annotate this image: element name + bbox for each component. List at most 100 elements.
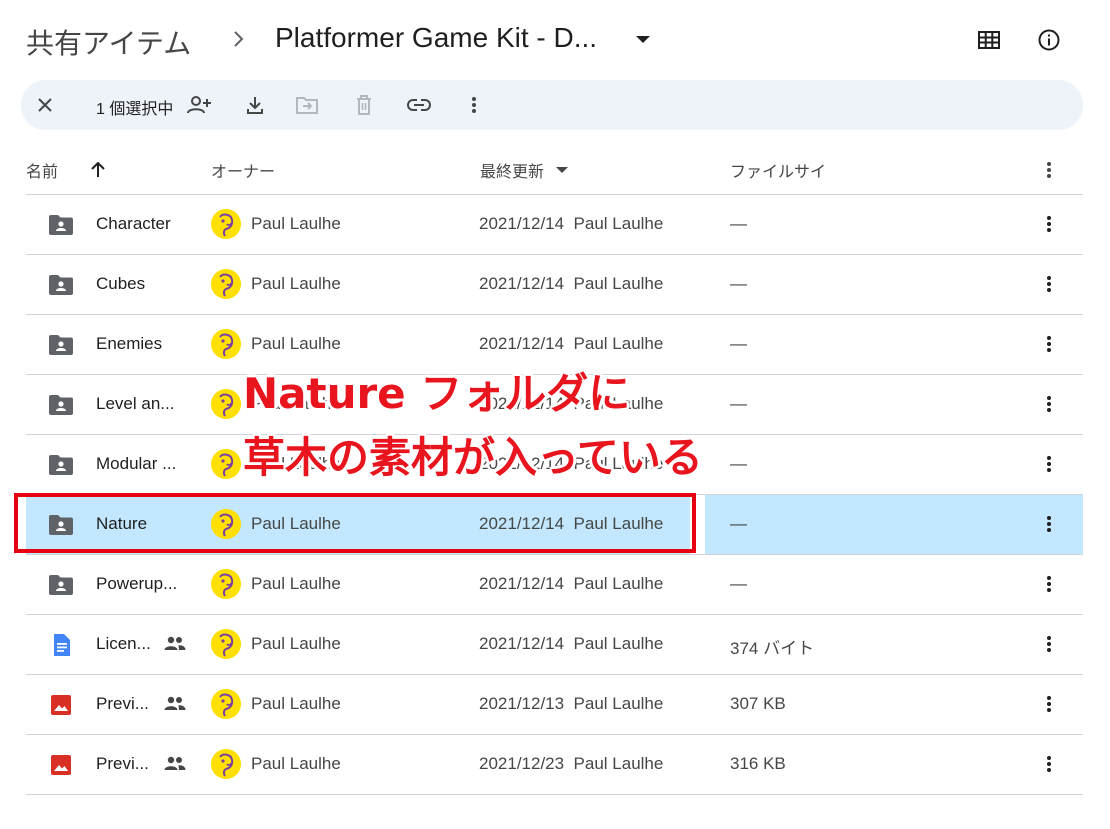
shared-folder-icon (48, 334, 74, 356)
file-row[interactable]: Previ... Paul Laulhe 2021/12/23 Paul Laulh… (26, 735, 1083, 794)
grid-view-icon[interactable] (973, 24, 1005, 56)
modified-info: 2021/12/14 Paul Laulhe (479, 334, 663, 354)
more-vert-icon[interactable] (1038, 332, 1060, 356)
modified-by: Paul Laulhe (573, 574, 664, 593)
item-name[interactable]: Enemies (96, 334, 162, 354)
file-size: — (730, 394, 747, 413)
file-size: — (730, 214, 747, 233)
trash-icon[interactable] (352, 93, 376, 117)
modified-date: 2021/12/14 (479, 634, 565, 653)
shared-people-icon (164, 635, 186, 653)
modified-by: Paul Laulhe (573, 274, 664, 293)
file-size: — (730, 454, 747, 473)
folder-row[interactable]: Powerup... Paul Laulhe 2021/12/14 Paul Lau… (26, 555, 1083, 614)
shared-folder-icon (48, 454, 74, 476)
annotation-text-line1: Nature フォルダに (243, 369, 631, 418)
item-name[interactable]: Character (96, 214, 171, 234)
avatar (211, 689, 241, 719)
item-name[interactable]: Modular ... (96, 454, 176, 474)
column-header-row: 名前 オーナー 最終更新 ファイルサイ (0, 146, 1110, 194)
more-vert-icon[interactable] (462, 93, 486, 117)
shared-people-icon (164, 695, 186, 713)
folder-menu-caret-icon[interactable] (636, 36, 650, 43)
chevron-right-icon (234, 31, 244, 47)
avatar (211, 569, 241, 599)
avatar (211, 329, 241, 359)
avatar (211, 269, 241, 299)
modified-date: 2021/12/14 (479, 214, 565, 233)
modified-info: 2021/12/14 Paul Laulhe (479, 214, 663, 234)
shared-folder-icon (48, 274, 74, 296)
selection-count: 1 個選択中 (96, 101, 174, 118)
move-folder-icon[interactable] (295, 93, 319, 117)
link-icon[interactable] (407, 93, 431, 117)
column-modified[interactable]: 最終更新 (480, 158, 544, 182)
annotation-text-line2: 草木の素材が入っている (243, 433, 703, 482)
file-size: — (730, 514, 747, 533)
owner-name: Paul Laulhe (251, 634, 341, 653)
folder-row[interactable]: Character Paul Laulhe 2021/12/14 Paul Laul… (26, 195, 1083, 254)
more-vert-icon[interactable] (1038, 392, 1060, 416)
file-row[interactable]: Previ... Paul Laulhe 2021/12/13 Paul Laulh… (26, 675, 1083, 734)
shared-folder-icon (48, 574, 74, 596)
selection-toolbar: 1 個選択中 (21, 80, 1083, 130)
close-icon[interactable] (33, 93, 57, 117)
highlight-box-annotation (14, 493, 696, 553)
modified-info: 2021/12/14 Paul Laulhe (479, 574, 663, 594)
share-person-add-icon[interactable] (187, 93, 211, 117)
shared-folder-icon (48, 394, 74, 416)
more-vert-icon[interactable] (1038, 272, 1060, 296)
folder-row[interactable]: Cubes Paul Laulhe 2021/12/14 Paul Laulhe — (26, 255, 1083, 314)
shared-people-icon (164, 755, 186, 773)
owner-name: Paul Laulhe (251, 214, 341, 233)
file-row[interactable]: Licen... Paul Laulhe 2021/12/14 Paul Laulh… (26, 615, 1083, 674)
info-icon[interactable] (1033, 24, 1065, 56)
shared-folder-icon (48, 214, 74, 236)
modified-by: Paul Laulhe (573, 334, 664, 353)
sort-up-arrow-icon[interactable] (90, 160, 106, 178)
modified-by: Paul Laulhe (573, 634, 664, 653)
modified-date: 2021/12/23 (479, 754, 565, 773)
owner-name: Paul Laulhe (251, 754, 341, 773)
column-options-more-icon[interactable] (1038, 158, 1060, 182)
column-file-size[interactable]: ファイルサイ (730, 158, 826, 182)
file-size: 307 KB (730, 694, 786, 713)
file-size: 374 バイト (730, 639, 815, 658)
top-header: 共有アイテム Platformer Game Kit - D... (0, 0, 1110, 80)
item-name[interactable]: Licen... (96, 634, 151, 654)
file-size: — (730, 574, 747, 593)
item-name[interactable]: Previ... (96, 754, 149, 774)
owner-name: Paul Laulhe (251, 574, 341, 593)
more-vert-icon[interactable] (1038, 752, 1060, 776)
more-vert-icon[interactable] (1038, 692, 1060, 716)
column-owner[interactable]: オーナー (211, 158, 275, 182)
sort-dropdown-caret-icon[interactable] (556, 167, 568, 173)
avatar (211, 389, 241, 419)
breadcrumb-current-folder[interactable]: Platformer Game Kit - D... (275, 22, 597, 54)
more-vert-icon[interactable] (1038, 452, 1060, 476)
item-name[interactable]: Cubes (96, 274, 145, 294)
modified-date: 2021/12/14 (479, 274, 565, 293)
item-name[interactable]: Powerup... (96, 574, 177, 594)
modified-by: Paul Laulhe (573, 694, 664, 713)
avatar (211, 209, 241, 239)
image-file-icon (48, 754, 74, 776)
modified-info: 2021/12/13 Paul Laulhe (479, 694, 663, 714)
breadcrumb-shared-items[interactable]: 共有アイテム (26, 22, 191, 62)
file-size: 316 KB (730, 754, 786, 773)
modified-by: Paul Laulhe (573, 214, 664, 233)
more-vert-icon[interactable] (1038, 212, 1060, 236)
download-icon[interactable] (243, 93, 267, 117)
avatar (211, 749, 241, 779)
more-vert-icon[interactable] (1038, 572, 1060, 596)
more-vert-icon[interactable] (1038, 632, 1060, 656)
google-doc-icon (48, 634, 74, 656)
more-vert-icon[interactable] (1038, 512, 1060, 536)
modified-by: Paul Laulhe (573, 754, 664, 773)
modified-info: 2021/12/14 Paul Laulhe (479, 634, 663, 654)
column-name[interactable]: 名前 (26, 158, 58, 182)
item-name[interactable]: Level an... (96, 394, 174, 414)
selected-highlight (705, 495, 1083, 554)
modified-date: 2021/12/14 (479, 334, 565, 353)
item-name[interactable]: Previ... (96, 694, 149, 714)
